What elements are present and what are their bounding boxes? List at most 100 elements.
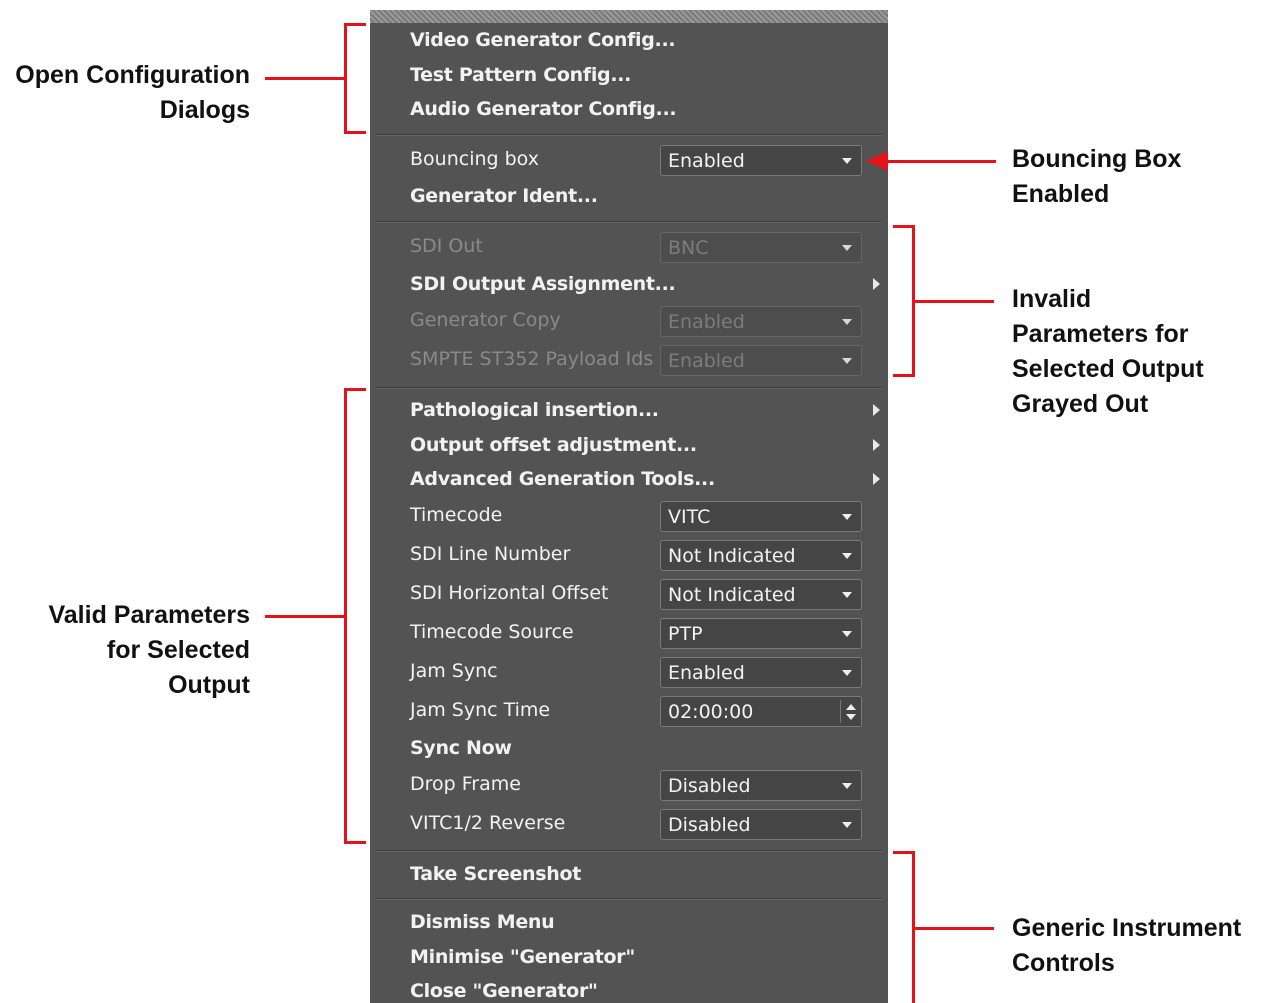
annotation-line: Enabled [1012, 180, 1110, 208]
jam-sync-dropdown[interactable]: Enabled [660, 657, 862, 688]
timecode-source-dropdown[interactable]: PTP [660, 618, 862, 649]
annotation-line: Open Configuration [15, 61, 250, 89]
bouncing-box-dropdown[interactable]: Enabled [660, 145, 862, 176]
chevron-down-icon [842, 670, 852, 676]
annotation-invalid-params: Invalid Parameters for Selected Output G… [1012, 282, 1204, 422]
chevron-down-icon [842, 514, 852, 520]
menu-item-pathological-insertion[interactable]: Pathological insertion... [410, 398, 659, 422]
context-menu: Video Generator Config... Test Pattern C… [370, 10, 888, 1003]
submenu-arrow-icon [873, 404, 880, 416]
annotation-line: for Selected [106, 636, 250, 664]
sdi-horizontal-offset-dropdown[interactable]: Not Indicated [660, 579, 862, 610]
annotation-bracket [893, 851, 915, 854]
vitc-reverse-value: Disabled [668, 814, 751, 836]
annotation-valid-params: Valid Parameters for Selected Output [48, 598, 250, 703]
annotation-bracket [344, 131, 366, 134]
vitc-reverse-dropdown[interactable]: Disabled [660, 809, 862, 840]
submenu-arrow-icon [873, 473, 880, 485]
menu-item-sync-now[interactable]: Sync Now [410, 736, 512, 760]
menu-separator [376, 898, 882, 899]
annotation-connector [914, 927, 994, 930]
sdi-out-value: BNC [668, 237, 709, 259]
chevron-down-icon [842, 553, 852, 559]
vitc-reverse-label: VITC1/2 Reverse [410, 812, 566, 834]
chevron-down-icon [842, 245, 852, 251]
annotation-bracket [344, 23, 347, 134]
smpte-payload-label: SMPTE ST352 Payload Ids [410, 348, 654, 370]
timecode-source-label: Timecode Source [410, 621, 574, 643]
chevron-down-icon [842, 783, 852, 789]
jam-sync-time-label: Jam Sync Time [410, 699, 551, 721]
spin-down-icon[interactable] [846, 714, 856, 720]
menu-item-minimise-generator[interactable]: Minimise "Generator" [410, 945, 635, 969]
annotation-open-config: Open Configuration Dialogs [15, 58, 250, 128]
menu-separator [376, 134, 882, 135]
annotation-bracket [344, 841, 366, 844]
menu-separator [376, 221, 882, 222]
menu-item-generator-ident[interactable]: Generator Ident... [410, 184, 598, 208]
drop-frame-label: Drop Frame [410, 773, 521, 795]
sdi-line-number-dropdown[interactable]: Not Indicated [660, 540, 862, 571]
smpte-payload-dropdown: Enabled [660, 345, 862, 376]
annotation-connector [886, 160, 996, 163]
menu-item-test-pattern-config[interactable]: Test Pattern Config... [410, 63, 631, 87]
sdi-line-number-label: SDI Line Number [410, 543, 571, 565]
drop-frame-dropdown[interactable]: Disabled [660, 770, 862, 801]
drop-frame-value: Disabled [668, 775, 751, 797]
sdi-out-dropdown: BNC [660, 232, 862, 263]
annotation-connector [265, 615, 345, 618]
annotation-bracket [344, 388, 347, 844]
generator-copy-label: Generator Copy [410, 309, 561, 331]
spin-up-icon[interactable] [846, 704, 856, 710]
timecode-value: VITC [668, 506, 711, 528]
generator-copy-dropdown: Enabled [660, 306, 862, 337]
chevron-down-icon [842, 319, 852, 325]
arrow-left-icon [866, 151, 888, 171]
chevron-down-icon [842, 358, 852, 364]
annotation-bouncing-box: Bouncing Box Enabled [1012, 142, 1181, 212]
sdi-line-number-value: Not Indicated [668, 545, 796, 567]
spinbox-divider [840, 700, 841, 723]
menu-item-sdi-output-assignment[interactable]: SDI Output Assignment... [410, 272, 676, 296]
menu-separator [376, 850, 882, 851]
annotation-bracket [344, 23, 366, 26]
chevron-down-icon [842, 158, 852, 164]
bouncing-box-label: Bouncing box [410, 148, 539, 170]
annotation-line: Controls [1012, 949, 1115, 977]
annotation-bracket [893, 374, 915, 377]
sdi-horizontal-offset-value: Not Indicated [668, 584, 796, 606]
annotation-connector [265, 77, 345, 80]
menu-item-output-offset-adjustment[interactable]: Output offset adjustment... [410, 433, 697, 457]
sdi-out-label: SDI Out [410, 235, 483, 257]
menu-top-edge [370, 10, 888, 23]
annotation-bracket [893, 225, 915, 228]
menu-item-take-screenshot[interactable]: Take Screenshot [410, 862, 581, 886]
chevron-down-icon [842, 592, 852, 598]
submenu-arrow-icon [873, 439, 880, 451]
bouncing-box-value: Enabled [668, 150, 745, 172]
jam-sync-value: Enabled [668, 662, 745, 684]
menu-separator [376, 387, 882, 388]
timecode-source-value: PTP [668, 623, 703, 645]
annotation-line: Parameters for [1012, 320, 1189, 348]
annotation-line: Selected Output [1012, 355, 1204, 383]
menu-item-video-generator-config[interactable]: Video Generator Config... [410, 28, 676, 52]
chevron-down-icon [842, 822, 852, 828]
annotation-bracket [344, 388, 366, 391]
timecode-dropdown[interactable]: VITC [660, 501, 862, 532]
annotation-line: Bouncing Box [1012, 145, 1182, 173]
menu-item-advanced-generation-tools[interactable]: Advanced Generation Tools... [410, 467, 715, 491]
menu-item-dismiss-menu[interactable]: Dismiss Menu [410, 910, 555, 934]
generator-copy-value: Enabled [668, 311, 745, 333]
smpte-payload-value: Enabled [668, 350, 745, 372]
jam-sync-time-spinbox[interactable]: 02:00:00 [660, 696, 862, 727]
jam-sync-label: Jam Sync [410, 660, 498, 682]
annotation-line: Grayed Out [1012, 390, 1149, 418]
timecode-label: Timecode [410, 504, 503, 526]
menu-item-close-generator[interactable]: Close "Generator" [410, 979, 598, 1003]
submenu-arrow-icon [873, 278, 880, 290]
annotation-line: Invalid [1012, 285, 1092, 313]
menu-item-audio-generator-config[interactable]: Audio Generator Config... [410, 97, 677, 121]
chevron-down-icon [842, 631, 852, 637]
annotation-line: Dialogs [159, 96, 250, 124]
